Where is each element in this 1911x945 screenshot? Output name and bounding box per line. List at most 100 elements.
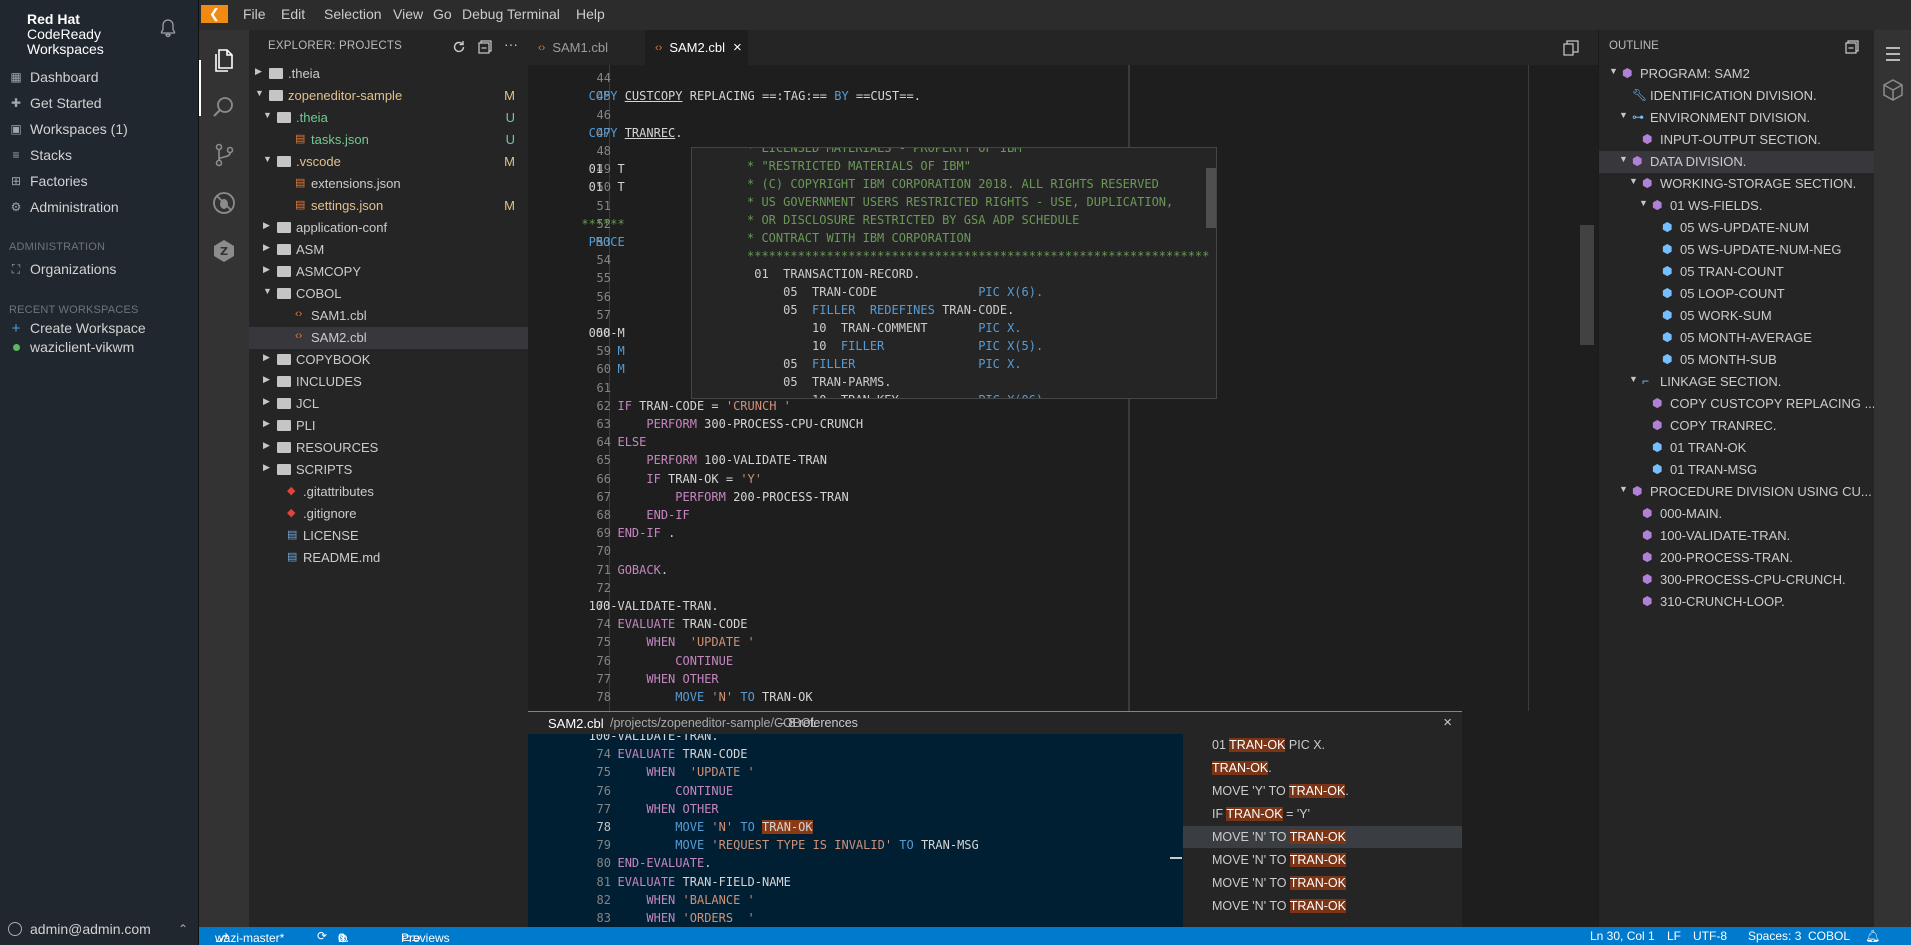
tree-folder[interactable]: ▶ RESOURCES <box>249 437 528 459</box>
outline-item[interactable]: ⬢ COPY CUSTCOPY REPLACING ... <box>1599 393 1875 415</box>
chevron-right-icon[interactable]: ▶ <box>263 220 270 231</box>
collapse-all-icon[interactable] <box>1845 40 1859 54</box>
outline-item[interactable]: 🔧︎ IDENTIFICATION DIVISION. <box>1599 85 1875 107</box>
outline-item[interactable]: ▼ ⌐ LINKAGE SECTION. <box>1599 371 1875 393</box>
search-icon[interactable] <box>211 94 237 120</box>
chevron-down-icon[interactable]: ▼ <box>263 110 272 120</box>
source-control-icon[interactable] <box>211 142 237 168</box>
outline-item[interactable]: ⬢ 05 MONTH-SUB <box>1599 349 1875 371</box>
cursor-position[interactable]: Ln 30, Col 1 <box>1590 929 1655 943</box>
chevron-right-icon[interactable]: ▶ <box>263 242 270 253</box>
tree-folder[interactable]: ▶ PLI <box>249 415 528 437</box>
tree-file[interactable]: ◆ .gitattributes <box>249 481 528 503</box>
outline-item[interactable]: ▼ ⬢ 01 WS-FIELDS. <box>1599 195 1875 217</box>
sync-icon[interactable]: ⟳ <box>317 929 327 943</box>
encoding-status[interactable]: UTF-8 <box>1693 929 1727 943</box>
nav-item-factories[interactable]: ⊞ Factories <box>8 170 88 192</box>
chevron-right-icon[interactable]: ▶ <box>263 352 270 363</box>
outline-item[interactable]: ▼ ⬢ PROGRAM: SAM2 <box>1599 63 1875 85</box>
reference-item[interactable]: MOVE 'N' TO TRAN-OK <box>1183 826 1462 848</box>
chevron-up-icon[interactable]: ⌃ <box>178 922 188 936</box>
menu-debug[interactable]: Debug <box>462 6 503 22</box>
reference-item[interactable]: MOVE 'N' TO TRAN-OK <box>1183 895 1462 917</box>
outline-item[interactable]: ⬢ 05 WORK-SUM <box>1599 305 1875 327</box>
refresh-icon[interactable] <box>452 40 466 54</box>
chevron-down-icon[interactable]: ▼ <box>1619 154 1628 164</box>
nav-item-get-started[interactable]: ✚ Get Started <box>8 92 102 114</box>
collapse-nav-button[interactable]: ❮ <box>201 5 228 23</box>
nav-item-workspace-waziclient[interactable]: waziclient-vikwm <box>8 336 134 358</box>
outline-item[interactable]: ▼ ⬢ WORKING-STORAGE SECTION. <box>1599 173 1875 195</box>
tree-folder[interactable]: ▶ ASM <box>249 239 528 261</box>
outline-item[interactable]: ⬢ 05 WS-UPDATE-NUM-NEG <box>1599 239 1875 261</box>
chevron-down-icon[interactable]: ▼ <box>263 286 272 296</box>
tree-folder[interactable]: ▼ COBOL <box>249 283 528 305</box>
outline-item[interactable]: ⬢ 310-CRUNCH-LOOP. <box>1599 591 1875 613</box>
tree-folder[interactable]: ▶ JCL <box>249 393 528 415</box>
chevron-right-icon[interactable]: ▶ <box>263 462 270 473</box>
tree-file[interactable]: ‹› SAM2.cbl <box>249 327 528 349</box>
chevron-down-icon[interactable]: ▼ <box>1609 66 1618 76</box>
chevron-down-icon[interactable]: ▼ <box>1629 176 1638 186</box>
outline-item[interactable]: ▼ ⬢ PROCEDURE DIVISION USING CU... <box>1599 481 1875 503</box>
close-icon[interactable]: × <box>733 39 742 56</box>
peek-editor[interactable]: 100-VALIDATE-TRAN. 74 EVALUATE TRAN-CODE 7… <box>528 734 1183 927</box>
tree-file[interactable]: ▤ settings.json M <box>249 195 528 217</box>
tree-file[interactable]: ▤ tasks.json U <box>249 129 528 151</box>
more-actions-icon[interactable]: ··· <box>504 36 518 52</box>
nav-item-dashboard[interactable]: ▦ Dashboard <box>8 66 98 88</box>
language-status[interactable]: COBOL <box>1808 929 1850 943</box>
tree-folder[interactable]: ▼ .vscode M <box>249 151 528 173</box>
tree-folder[interactable]: ▼ .theia U <box>249 107 528 129</box>
menu-go[interactable]: Go <box>433 6 452 22</box>
tree-folder[interactable]: ▶ COPYBOOK <box>249 349 528 371</box>
chevron-right-icon[interactable]: ▶ <box>263 396 270 407</box>
tab-sam2[interactable]: ‹› SAM2.cbl × <box>645 30 748 65</box>
outline-item[interactable]: ⬢ 200-PROCESS-TRAN. <box>1599 547 1875 569</box>
eol-status[interactable]: LF <box>1667 929 1681 943</box>
close-icon[interactable]: × <box>1443 714 1452 731</box>
chevron-down-icon[interactable]: ▼ <box>1619 484 1628 494</box>
nav-item-workspaces-1[interactable]: ▣ Workspaces (1) <box>8 118 127 140</box>
nav-item-organizations[interactable]: ⛶ Organizations <box>8 258 117 280</box>
outline-item[interactable]: ⬢ COPY TRANREC. <box>1599 415 1875 437</box>
chevron-right-icon[interactable]: ▶ <box>263 440 270 451</box>
debug-icon[interactable] <box>211 190 237 216</box>
tree-file[interactable]: ▤ LICENSE <box>249 525 528 547</box>
nav-item-stacks[interactable]: ≡ Stacks <box>8 144 72 166</box>
outline-item[interactable]: ⬢ 01 TRAN-OK <box>1599 437 1875 459</box>
menu-selection[interactable]: Selection <box>324 6 382 22</box>
tree-folder[interactable]: ▶ application-conf <box>249 217 528 239</box>
outline-item[interactable]: ⬢ 01 TRAN-MSG <box>1599 459 1875 481</box>
outline-item[interactable]: ⬢ 05 TRAN-COUNT <box>1599 261 1875 283</box>
extensions-icon[interactable]: Z <box>211 238 237 264</box>
outline-item[interactable]: ⬢ 300-PROCESS-CPU-CRUNCH. <box>1599 569 1875 591</box>
chevron-right-icon[interactable]: ▶ <box>263 264 270 275</box>
chevron-right-icon[interactable]: ▶ <box>263 374 270 385</box>
reference-item[interactable]: MOVE 'N' TO TRAN-OK <box>1183 872 1462 894</box>
user-menu[interactable]: admin@admin.com <box>8 921 151 937</box>
menu-edit[interactable]: Edit <box>281 6 305 22</box>
brand-logo[interactable]: Red Hat CodeReady Workspaces <box>27 12 104 57</box>
outline-item[interactable]: ⬢ 000-MAIN. <box>1599 503 1875 525</box>
reference-item[interactable]: MOVE 'N' TO TRAN-OK <box>1183 849 1462 871</box>
menu-file[interactable]: File <box>243 6 266 22</box>
menu-terminal[interactable]: Terminal <box>507 6 560 22</box>
editor-scrollbar-thumb[interactable] <box>1580 225 1594 345</box>
outline-view-icon[interactable] <box>1883 44 1903 64</box>
indent-status[interactable]: Spaces: 3 <box>1748 929 1801 943</box>
reference-item[interactable]: 01 TRAN-OK PIC X. <box>1183 734 1462 756</box>
menu-view[interactable]: View <box>393 6 423 22</box>
split-editor-icon[interactable] <box>1563 40 1579 56</box>
outline-item[interactable]: ⬢ 05 WS-UPDATE-NUM <box>1599 217 1875 239</box>
tree-folder[interactable]: ▶ INCLUDES <box>249 371 528 393</box>
outline-item[interactable]: ⬢ 05 MONTH-AVERAGE <box>1599 327 1875 349</box>
outline-item[interactable]: ⬢ 100-VALIDATE-TRAN. <box>1599 525 1875 547</box>
explorer-icon[interactable] <box>211 46 237 72</box>
nav-item-administration[interactable]: ⚙ Administration <box>8 196 119 218</box>
tree-folder[interactable]: ▶ ASMCOPY <box>249 261 528 283</box>
menu-help[interactable]: Help <box>576 6 605 22</box>
reference-item[interactable]: IF TRAN-OK = 'Y' <box>1183 803 1462 825</box>
reference-item[interactable]: TRAN-OK. <box>1183 757 1462 779</box>
chevron-down-icon[interactable]: ▼ <box>1619 110 1628 120</box>
